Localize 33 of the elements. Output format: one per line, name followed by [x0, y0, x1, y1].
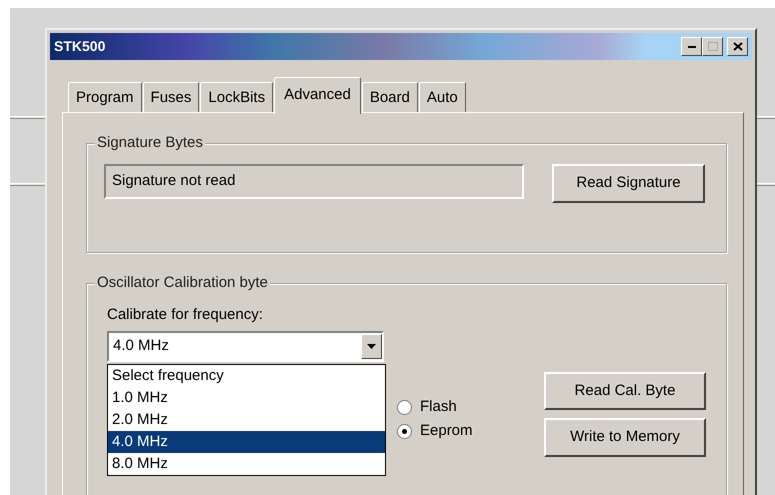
tab[interactable]: LockBits [200, 82, 274, 112]
window-title: STK500 [54, 37, 106, 56]
dropdown-option[interactable]: 2.0 MHz [108, 409, 385, 431]
tab[interactable]: Program [68, 82, 142, 112]
read-signature-button[interactable]: Read Signature [552, 164, 705, 202]
tab[interactable]: Auto [418, 82, 466, 112]
radio-button[interactable] [397, 400, 412, 415]
minimize-icon [688, 45, 696, 48]
radio-label: Flash [420, 397, 457, 418]
action-button[interactable]: Read Cal. Byte [544, 372, 706, 410]
radio-button[interactable] [397, 424, 412, 439]
frequency-dropdown[interactable]: 4.0 MHz [107, 330, 384, 362]
close-button[interactable] [727, 37, 748, 56]
action-button[interactable]: Write to Memory [544, 418, 706, 456]
caret-icon [367, 344, 376, 348]
tab[interactable]: Board [362, 82, 418, 112]
dropdown-button[interactable] [361, 334, 382, 358]
signature-field: Signature not read [104, 164, 524, 198]
dropdown-option[interactable]: Select frequency [108, 365, 385, 387]
dropdown-option[interactable]: 4.0 MHz [108, 431, 385, 453]
minimize-button[interactable] [681, 37, 702, 56]
dropdown-option[interactable]: 1.0 MHz [108, 387, 385, 409]
radio-label: Eeprom [420, 421, 473, 442]
dropdown-option[interactable]: 8.0 MHz [108, 453, 385, 475]
close-icon [732, 42, 742, 51]
combo-value: 4.0 MHz [113, 336, 169, 356]
tab[interactable]: Fuses [142, 82, 200, 112]
maximize-icon [708, 42, 718, 51]
tab[interactable]: Advanced [274, 76, 361, 114]
field-label: Calibrate for frequency: [107, 305, 264, 325]
group-title: Oscillator Calibration byte [95, 274, 270, 292]
maximize-button[interactable] [702, 37, 723, 56]
group-title: Signature Bytes [95, 134, 205, 152]
